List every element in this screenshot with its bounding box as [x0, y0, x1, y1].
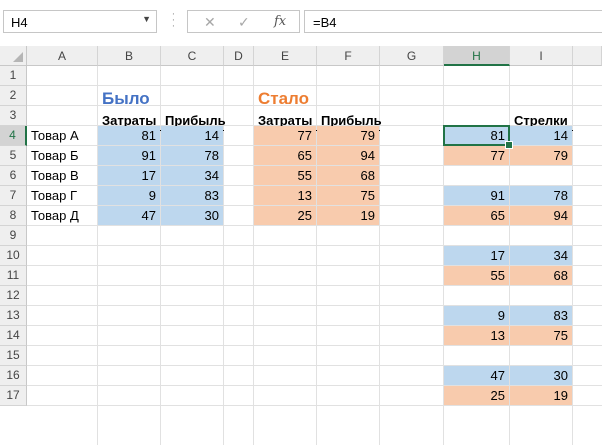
after-cost-cell[interactable]: 65 [254, 146, 316, 165]
row-header-6[interactable]: 6 [0, 166, 27, 186]
row-header-9[interactable]: 9 [0, 226, 27, 246]
row-header-4[interactable]: 4 [0, 126, 27, 146]
name-box-value: H4 [11, 15, 28, 30]
after-profit-cell[interactable]: 68 [317, 166, 379, 185]
arrows-after-i-cell[interactable]: 75 [510, 326, 572, 345]
product-name[interactable]: Товар В [27, 166, 97, 185]
fx-icon[interactable]: fx [274, 14, 286, 29]
formula-input[interactable]: =B4 [304, 10, 602, 33]
row-header-5[interactable]: 5 [0, 146, 27, 166]
after-profit-cell[interactable]: 94 [317, 146, 379, 165]
before-profit-cell[interactable]: 78 [161, 146, 223, 165]
arrows-before-h-cell[interactable]: 17 [444, 246, 509, 265]
column-header-next[interactable] [573, 46, 602, 66]
fill-handle[interactable] [505, 141, 513, 149]
arrows-after-i-cell[interactable]: 19 [510, 386, 572, 405]
arrows-after-h-cell[interactable]: 55 [444, 266, 509, 285]
arrows-after-i-cell[interactable]: 94 [510, 206, 572, 225]
gridline [27, 345, 602, 346]
arrows-before-h-cell[interactable]: 9 [444, 306, 509, 325]
arrows-after-h-cell[interactable]: 13 [444, 326, 509, 345]
arrows-before-i-cell[interactable]: 30 [510, 366, 572, 385]
select-all-button[interactable] [0, 46, 27, 66]
column-header-b[interactable]: B [98, 46, 161, 66]
product-name[interactable]: Товар А [27, 126, 97, 145]
before-profit-cell[interactable]: 83 [161, 186, 223, 205]
column-header-g[interactable]: G [380, 46, 444, 66]
column-header-i[interactable]: I [510, 46, 573, 66]
column-header-e[interactable]: E [254, 46, 317, 66]
column-header-c[interactable]: C [161, 46, 224, 66]
row-header-3[interactable]: 3 [0, 106, 27, 126]
name-box[interactable]: H4 ▼ [3, 10, 157, 33]
after-profit-cell[interactable]: 79 [317, 126, 379, 145]
row-header-2[interactable]: 2 [0, 86, 27, 106]
product-name[interactable]: Товар Б [27, 146, 97, 165]
product-name[interactable]: Товар Г [27, 186, 97, 205]
before-cost-cell[interactable]: 81 [98, 126, 160, 145]
after-cost-cell[interactable]: 55 [254, 166, 316, 185]
arrows-before-i-cell[interactable]: 83 [510, 306, 572, 325]
formula-text: =B4 [313, 15, 337, 30]
column-header-a[interactable]: A [27, 46, 98, 66]
arrows-before-i-cell[interactable]: 78 [510, 186, 572, 205]
row-header-8[interactable]: 8 [0, 206, 27, 226]
row-header-11[interactable]: 11 [0, 266, 27, 286]
arrows-before-h-cell[interactable]: 47 [444, 366, 509, 385]
product-name[interactable]: Товар Д [27, 206, 97, 225]
gridline [27, 405, 602, 406]
formula-bar: H4 ▼ · · · ✕ ✓ fx =B4 [0, 0, 602, 46]
check-icon[interactable]: ✓ [238, 14, 250, 31]
after-profit-cell[interactable]: 75 [317, 186, 379, 205]
chevron-down-icon[interactable]: ▼ [142, 14, 151, 24]
arrows-after-i-cell[interactable]: 68 [510, 266, 572, 285]
row-header-7[interactable]: 7 [0, 186, 27, 206]
row-header-16[interactable]: 16 [0, 366, 27, 386]
arrows-after-h-cell[interactable]: 77 [444, 146, 509, 165]
before-cost-cell[interactable]: 91 [98, 146, 160, 165]
arrows-before-i-cell[interactable]: 34 [510, 246, 572, 265]
after-title: Стало [258, 89, 310, 108]
arrows-after-i-cell[interactable]: 79 [510, 146, 572, 165]
gridline [27, 225, 602, 226]
gridline [27, 85, 602, 86]
after-cost-cell[interactable]: 77 [254, 126, 316, 145]
cancel-icon[interactable]: ✕ [204, 14, 216, 31]
column-header-d[interactable]: D [224, 46, 254, 66]
gridline [27, 285, 602, 286]
active-cell[interactable]: 81 [443, 125, 510, 146]
row-header-1[interactable]: 1 [0, 66, 27, 86]
row-header-15[interactable]: 15 [0, 346, 27, 366]
after-cost-cell[interactable]: 13 [254, 186, 316, 205]
before-profit-cell[interactable]: 30 [161, 206, 223, 225]
row-header-13[interactable]: 13 [0, 306, 27, 326]
arrows-after-h-cell[interactable]: 25 [444, 386, 509, 405]
before-cost-cell[interactable]: 17 [98, 166, 160, 185]
before-profit-cell[interactable]: 34 [161, 166, 223, 185]
arrows-after-h-cell[interactable]: 65 [444, 206, 509, 225]
column-header-f[interactable]: F [317, 46, 380, 66]
after-profit-cell[interactable]: 19 [317, 206, 379, 225]
after-cost-cell[interactable]: 25 [254, 206, 316, 225]
before-cost-cell[interactable]: 47 [98, 206, 160, 225]
arrows-before-i-cell[interactable]: 14 [510, 126, 572, 145]
formula-buttons: ✕ ✓ fx [187, 10, 300, 33]
column-header-h[interactable]: H [444, 46, 510, 66]
before-title: Было [102, 89, 150, 108]
arrows-before-h-cell[interactable]: 91 [444, 186, 509, 205]
row-header-17[interactable]: 17 [0, 386, 27, 406]
before-cost-cell[interactable]: 9 [98, 186, 160, 205]
row-header-14[interactable]: 14 [0, 326, 27, 346]
row-header-12[interactable]: 12 [0, 286, 27, 306]
row-header-10[interactable]: 10 [0, 246, 27, 266]
drag-handle-icon[interactable]: · · · [170, 9, 176, 32]
before-profit-cell[interactable]: 14 [161, 126, 223, 145]
